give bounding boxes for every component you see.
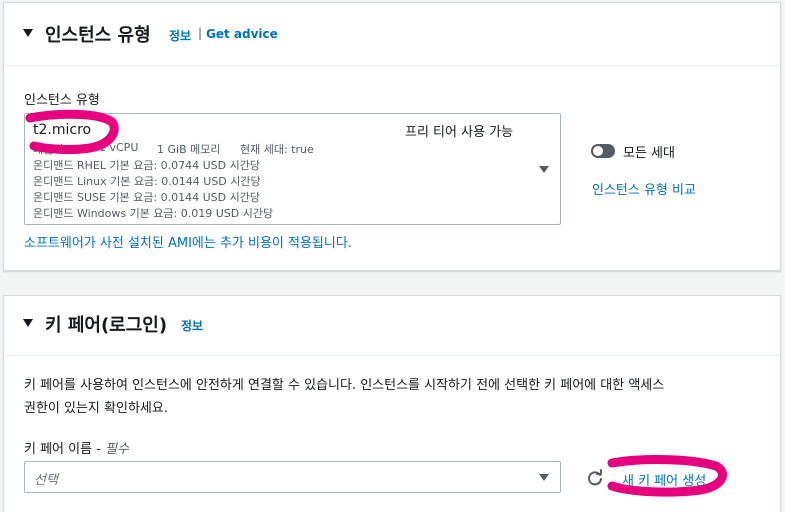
instance-family: 패밀리: t2	[33, 143, 82, 156]
dropdown-arrow-icon	[539, 474, 549, 481]
toggle-knob	[593, 146, 603, 156]
info-link[interactable]: 정보	[181, 317, 203, 334]
key-pair-placeholder: 선택	[34, 473, 58, 488]
refresh-icon[interactable]	[586, 469, 604, 487]
compare-instance-types-link[interactable]: 인스턴스 유형 비교	[592, 179, 696, 198]
key-pair-name-text: 키 페어 이름 -	[24, 442, 106, 457]
instance-vcpu: 1 vCPU	[99, 141, 139, 154]
key-pair-description-2: 권한이 있는지 확인하세요.	[24, 401, 168, 416]
ami-cost-note-link[interactable]: 소프트웨어가 사전 설치된 AMI에는 추가 비용이 적용됩니다.	[24, 232, 352, 251]
get-advice-link[interactable]: Get advice	[206, 27, 278, 41]
instance-memory: 1 GiB 메모리	[157, 143, 221, 156]
all-generations-label: 모든 세대	[623, 146, 675, 161]
instance-type-panel: 인스턴스 유형 정보 | Get advice 인스턴스 유형 t2.micro…	[3, 2, 781, 271]
free-tier-badge: 프리 티어 사용 가능	[405, 125, 514, 140]
pricing-windows: 온디맨드 Windows 기본 요금: 0.019 USD 시간당	[33, 207, 274, 220]
info-link[interactable]: 정보	[169, 27, 191, 44]
key-pair-description-1: 키 페어를 사용하여 인스턴스에 안전하게 연결할 수 있습니다. 인스턴스를 …	[24, 378, 665, 393]
all-generations-toggle[interactable]	[591, 144, 615, 158]
key-pair-header: 키 페어(로그인) 정보	[4, 296, 780, 356]
section-title: 키 페어(로그인)	[45, 315, 168, 336]
instance-type-header: 인스턴스 유형 정보 | Get advice	[4, 3, 780, 66]
dropdown-arrow-icon	[539, 166, 549, 173]
instance-generation: 현재 세대: true	[240, 143, 314, 156]
key-pair-select[interactable]: 선택	[24, 461, 561, 493]
key-pair-name-label: 키 페어 이름 - 필수	[24, 438, 129, 457]
instance-name: t2.micro	[33, 122, 92, 138]
instance-type-label: 인스턴스 유형	[24, 93, 100, 108]
key-pair-panel: 키 페어(로그인) 정보 키 페어를 사용하여 인스턴스에 안전하게 연결할 수…	[3, 295, 781, 512]
collapse-caret-icon[interactable]	[23, 319, 33, 327]
pricing-rhel: 온디맨드 RHEL 기본 요금: 0.0744 USD 시간당	[33, 159, 260, 172]
pricing-linux: 온디맨드 Linux 기본 요금: 0.0144 USD 시간당	[33, 175, 261, 188]
required-marker: 필수	[105, 442, 129, 457]
collapse-caret-icon[interactable]	[23, 29, 33, 37]
pricing-suse: 온디맨드 SUSE 기본 요금: 0.0144 USD 시간당	[33, 191, 260, 204]
instance-type-select[interactable]: t2.micro 프리 티어 사용 가능 패밀리: t2 1 vCPU 1 Gi…	[24, 113, 561, 225]
separator: |	[198, 26, 203, 40]
create-key-pair-link[interactable]: 새 키 페어 생성	[622, 470, 706, 489]
section-title: 인스턴스 유형	[45, 25, 151, 46]
